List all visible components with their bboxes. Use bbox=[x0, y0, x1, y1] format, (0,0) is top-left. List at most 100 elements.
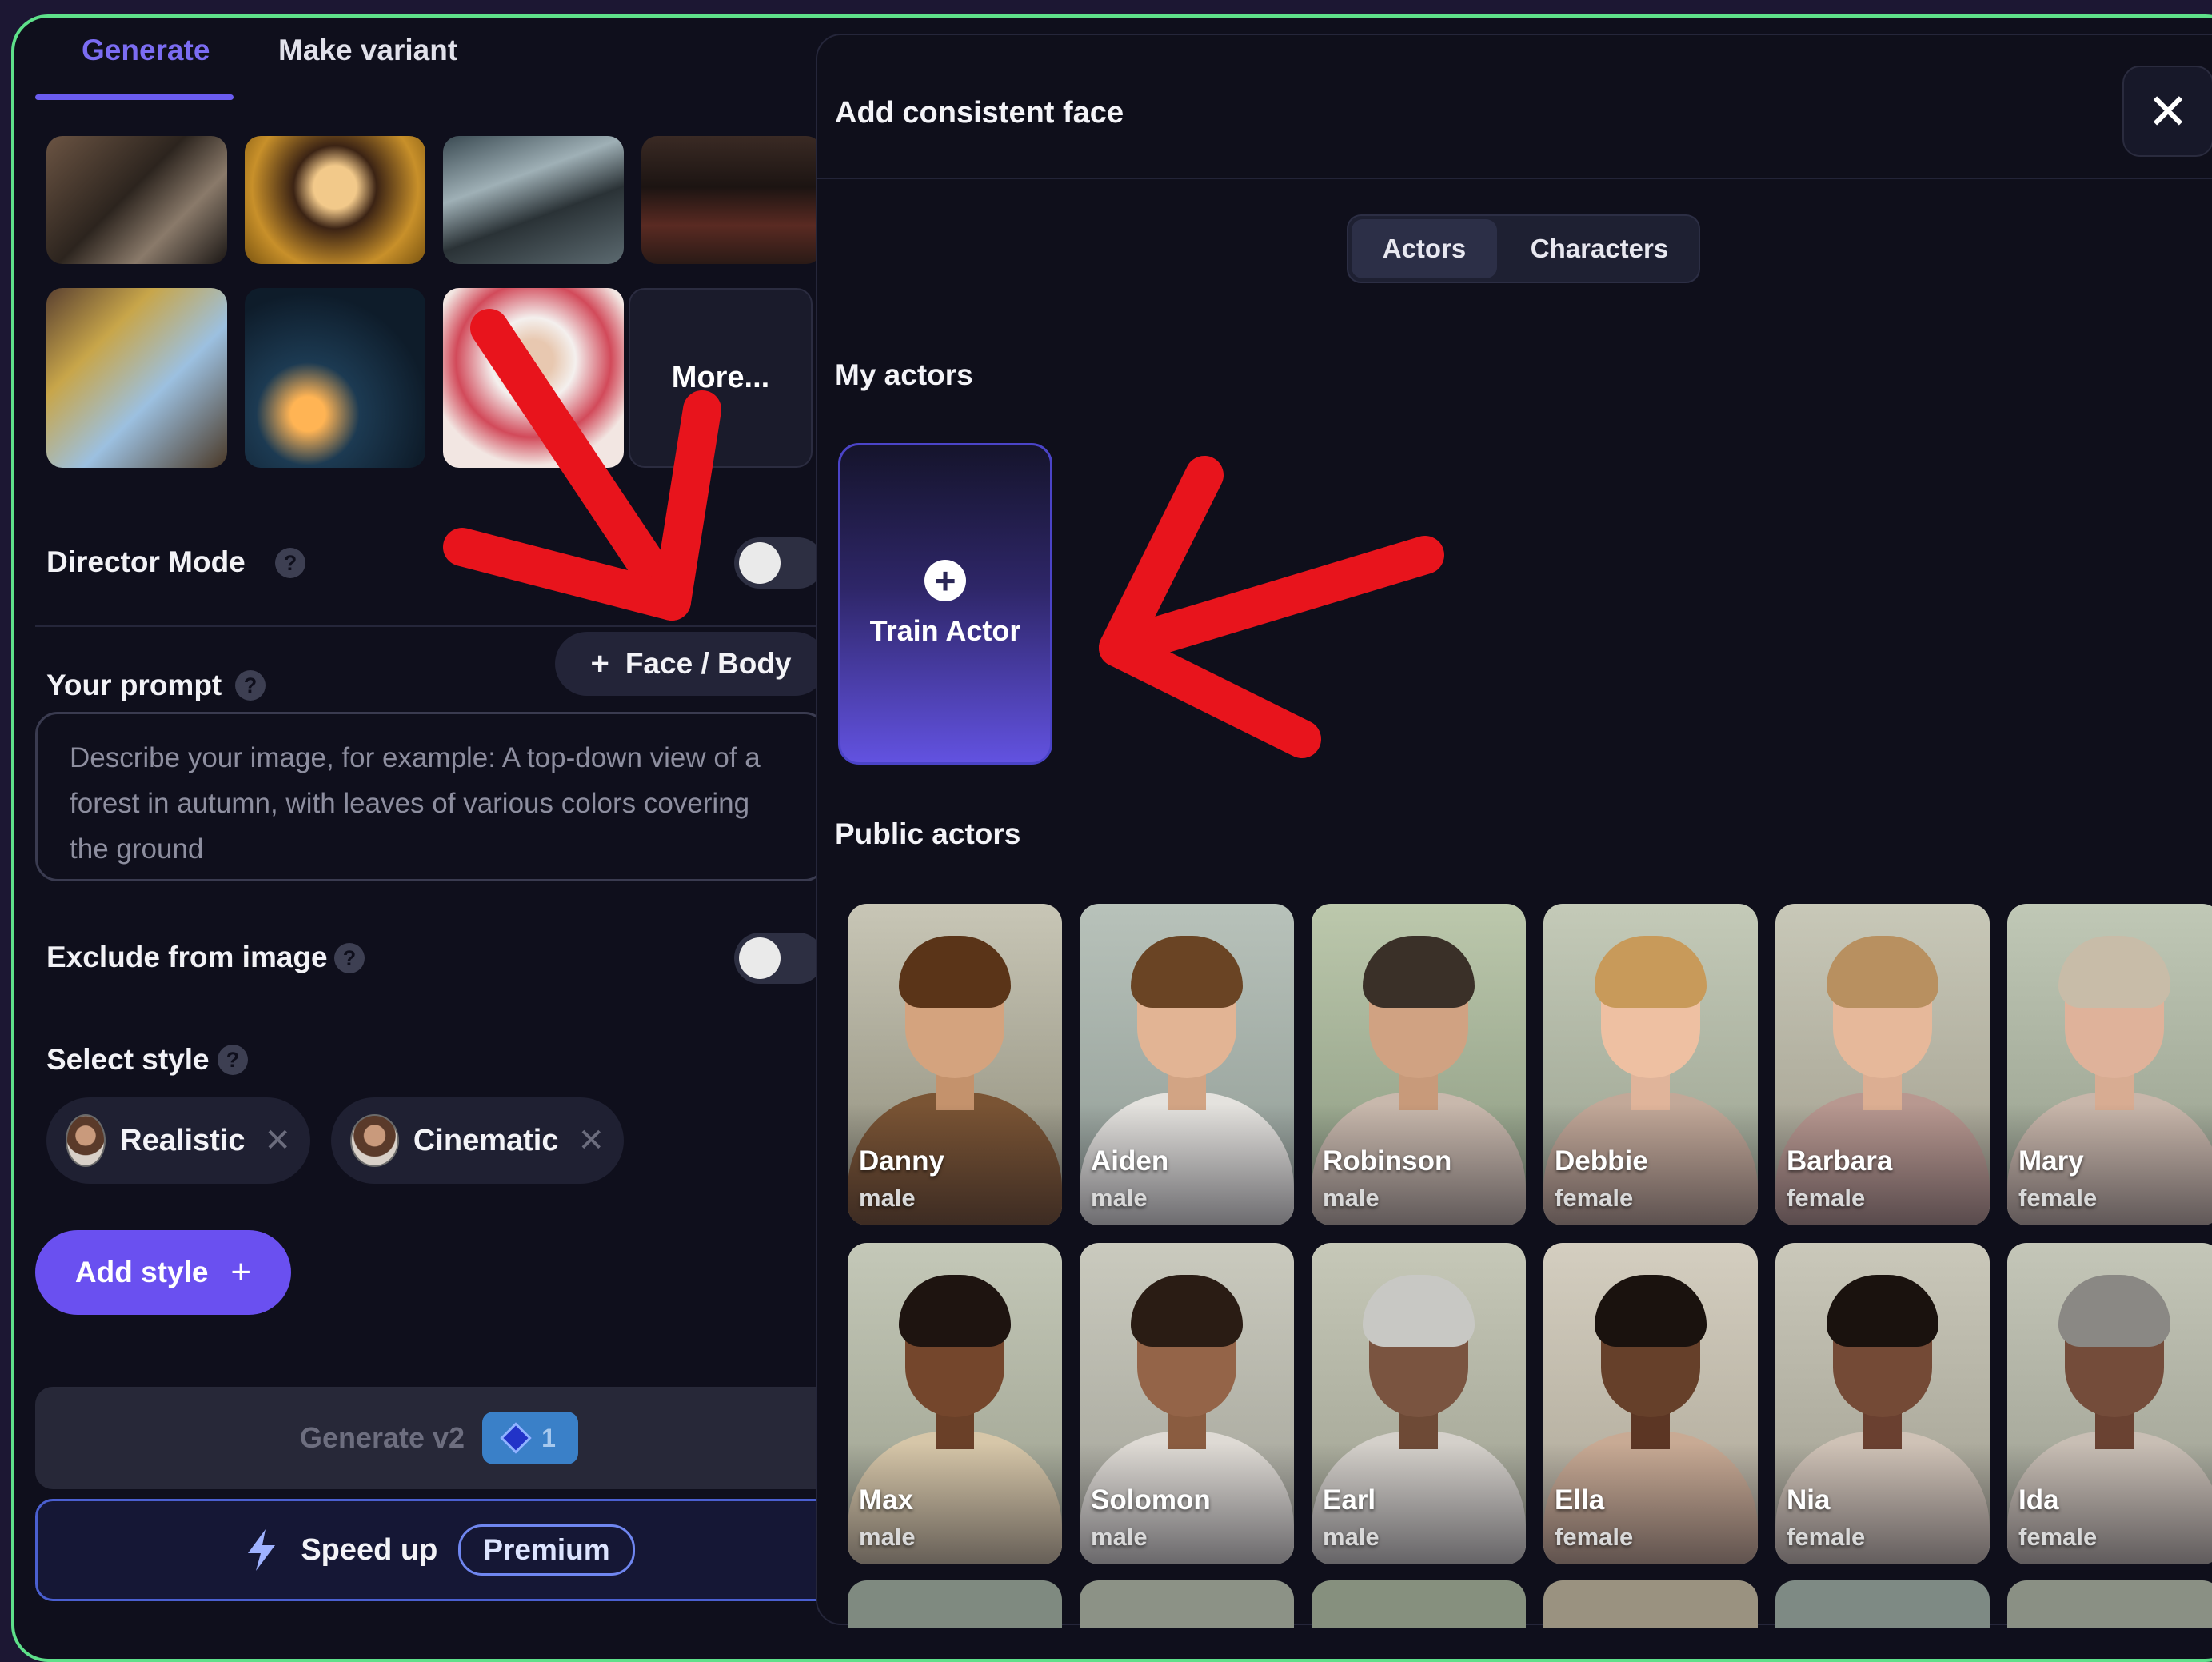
actor-card-partial[interactable] bbox=[1312, 1580, 1526, 1628]
help-icon[interactable]: ? bbox=[218, 1045, 248, 1075]
actor-card-ella[interactable]: Ella female bbox=[1543, 1243, 1758, 1564]
actor-name: Robinson bbox=[1323, 1145, 1452, 1177]
speed-up-button[interactable]: Speed up Premium bbox=[35, 1499, 843, 1601]
credit-badge: 1 bbox=[482, 1412, 579, 1464]
style-thumbnail[interactable] bbox=[46, 288, 227, 468]
actor-card-partial[interactable] bbox=[1543, 1580, 1758, 1628]
style-thumbnail[interactable] bbox=[443, 136, 624, 264]
train-actor-label: Train Actor bbox=[869, 614, 1021, 647]
segment-characters[interactable]: Characters bbox=[1503, 219, 1695, 278]
actor-gender: female bbox=[2018, 1523, 2098, 1551]
plus-icon: + bbox=[230, 1252, 252, 1292]
actors-characters-switch: Actors Characters bbox=[1347, 214, 1700, 283]
style-avatar bbox=[350, 1114, 399, 1167]
prompt-input[interactable]: Describe your image, for example: A top-… bbox=[35, 712, 827, 881]
close-icon[interactable]: ✕ bbox=[2122, 66, 2212, 157]
actor-gender: male bbox=[1091, 1184, 1148, 1212]
generate-label: Generate v2 bbox=[299, 1421, 465, 1454]
actor-gender: male bbox=[1323, 1523, 1380, 1551]
actor-card-debbie[interactable]: Debbie female bbox=[1543, 904, 1758, 1225]
actor-card-aiden[interactable]: Aiden male bbox=[1080, 904, 1294, 1225]
actor-card-solomon[interactable]: Solomon male bbox=[1080, 1243, 1294, 1564]
actor-card-nia[interactable]: Nia female bbox=[1775, 1243, 1990, 1564]
actor-card-ida[interactable]: Ida female bbox=[2007, 1243, 2212, 1564]
style-chip-realistic[interactable]: Realistic ✕ bbox=[46, 1097, 310, 1184]
actor-card-danny[interactable]: Danny male bbox=[848, 904, 1062, 1225]
actor-name: Nia bbox=[1787, 1484, 1831, 1516]
director-mode-toggle[interactable] bbox=[734, 537, 824, 589]
exclude-from-image-toggle[interactable] bbox=[734, 933, 824, 984]
actor-name: Earl bbox=[1323, 1484, 1376, 1516]
director-mode-label: Director Mode bbox=[46, 545, 246, 578]
toggle-knob bbox=[739, 542, 781, 584]
add-style-label: Add style bbox=[74, 1256, 209, 1288]
public-actors-heading: Public actors bbox=[835, 817, 1021, 850]
actor-name: Max bbox=[859, 1484, 914, 1516]
plus-icon: + bbox=[590, 645, 609, 681]
credit-cost: 1 bbox=[541, 1423, 556, 1452]
gem-icon bbox=[500, 1422, 532, 1454]
my-actors-heading: My actors bbox=[835, 358, 973, 391]
segment-actors[interactable]: Actors bbox=[1352, 219, 1497, 278]
actor-name: Ella bbox=[1555, 1484, 1605, 1516]
style-chip-label: Cinematic bbox=[413, 1123, 559, 1157]
actor-gender: male bbox=[1091, 1523, 1148, 1551]
plus-circle-icon: + bbox=[924, 560, 966, 601]
actor-card-partial[interactable] bbox=[1080, 1580, 1294, 1628]
style-thumbnail[interactable] bbox=[245, 288, 425, 468]
actor-card-earl[interactable]: Earl male bbox=[1312, 1243, 1526, 1564]
actor-name: Aiden bbox=[1091, 1145, 1169, 1177]
tab-make-variant[interactable]: Make variant bbox=[278, 34, 457, 67]
lightning-icon bbox=[248, 1529, 276, 1571]
generate-button[interactable]: Generate v2 1 bbox=[35, 1387, 843, 1489]
speed-up-label: Speed up bbox=[301, 1532, 438, 1567]
help-icon[interactable]: ? bbox=[275, 548, 305, 578]
more-styles-tile[interactable]: More... bbox=[629, 288, 813, 468]
select-style-label: Select style bbox=[46, 1043, 210, 1076]
tab-generate[interactable]: Generate bbox=[82, 34, 210, 67]
face-body-button[interactable]: + Face / Body bbox=[555, 632, 827, 696]
actor-gender: female bbox=[1555, 1184, 1634, 1212]
remove-icon[interactable]: ✕ bbox=[264, 1122, 291, 1159]
style-chip-label: Realistic bbox=[120, 1123, 246, 1157]
style-thumbnail[interactable] bbox=[46, 136, 227, 264]
train-actor-card[interactable]: + Train Actor bbox=[838, 443, 1052, 765]
actor-gender: female bbox=[2018, 1184, 2098, 1212]
actor-gender: female bbox=[1555, 1523, 1634, 1551]
help-icon[interactable]: ? bbox=[334, 943, 365, 973]
actor-card-mary[interactable]: Mary female bbox=[2007, 904, 2212, 1225]
style-avatar bbox=[66, 1114, 106, 1167]
face-body-label: Face / Body bbox=[625, 647, 792, 680]
actor-name: Barbara bbox=[1787, 1145, 1893, 1177]
actor-gender: male bbox=[1323, 1184, 1380, 1212]
style-chip-cinematic[interactable]: Cinematic ✕ bbox=[331, 1097, 624, 1184]
actor-card-partial[interactable] bbox=[1775, 1580, 1990, 1628]
actor-card-partial[interactable] bbox=[2007, 1580, 2212, 1628]
style-thumbnail[interactable] bbox=[641, 136, 822, 264]
actor-name: Mary bbox=[2018, 1145, 2084, 1177]
modal-title: Add consistent face bbox=[835, 96, 1124, 130]
actor-name: Danny bbox=[859, 1145, 944, 1177]
actor-card-barbara[interactable]: Barbara female bbox=[1775, 904, 1990, 1225]
actor-gender: male bbox=[859, 1184, 916, 1212]
style-thumbnail[interactable] bbox=[443, 288, 624, 468]
actor-card-max[interactable]: Max male bbox=[848, 1243, 1062, 1564]
style-thumbnail[interactable] bbox=[245, 136, 425, 264]
actor-card-robinson[interactable]: Robinson male bbox=[1312, 904, 1526, 1225]
your-prompt-label: Your prompt bbox=[46, 669, 222, 701]
toggle-knob bbox=[739, 937, 781, 979]
add-style-button[interactable]: Add style + bbox=[35, 1230, 291, 1315]
actor-name: Debbie bbox=[1555, 1145, 1648, 1177]
actor-name: Solomon bbox=[1091, 1484, 1211, 1516]
divider bbox=[35, 625, 827, 627]
actor-card-partial[interactable] bbox=[848, 1580, 1062, 1628]
premium-badge: Premium bbox=[458, 1524, 635, 1576]
actor-gender: male bbox=[859, 1523, 916, 1551]
active-tab-indicator bbox=[35, 94, 234, 100]
actor-gender: female bbox=[1787, 1184, 1866, 1212]
divider bbox=[817, 178, 2212, 179]
remove-icon[interactable]: ✕ bbox=[577, 1122, 605, 1159]
help-icon[interactable]: ? bbox=[235, 670, 266, 701]
actor-gender: female bbox=[1787, 1523, 1866, 1551]
exclude-from-image-label: Exclude from image bbox=[46, 941, 328, 973]
